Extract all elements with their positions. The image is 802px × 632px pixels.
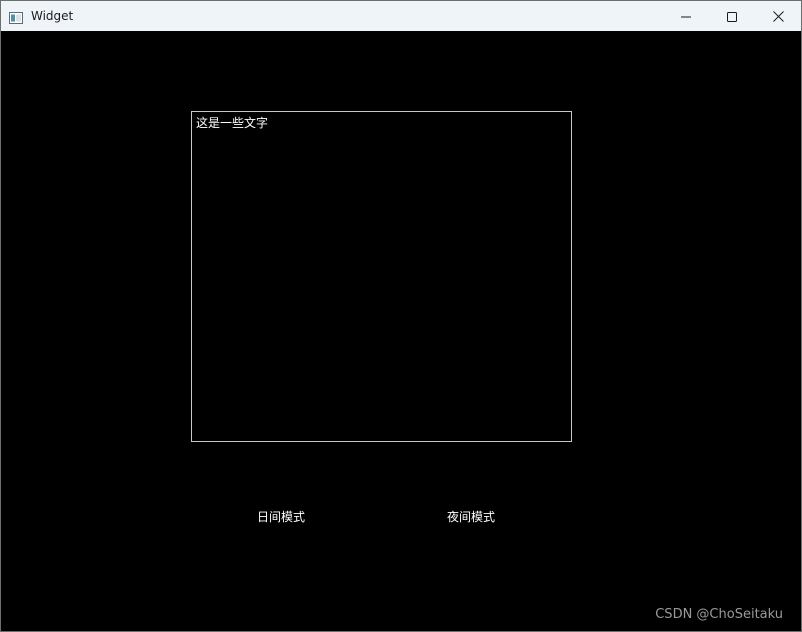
maximize-button[interactable]: [709, 1, 755, 31]
app-window-icon: [9, 9, 23, 24]
close-button[interactable]: [755, 1, 801, 31]
day-mode-button[interactable]: 日间模式: [221, 504, 341, 530]
night-mode-button[interactable]: 夜间模式: [411, 504, 531, 530]
minimize-icon: [681, 7, 691, 26]
app-window: Widget 这是一些文字 日间模式 夜间模式 CSDN @ChoSeitaku: [0, 0, 802, 632]
minimize-button[interactable]: [663, 1, 709, 31]
client-area: 这是一些文字 日间模式 夜间模式 CSDN @ChoSeitaku: [1, 31, 801, 631]
title-bar[interactable]: Widget: [1, 1, 801, 31]
maximize-icon: [727, 7, 737, 26]
close-icon: [772, 7, 784, 26]
window-title: Widget: [31, 9, 74, 23]
watermark-text: CSDN @ChoSeitaku: [655, 607, 783, 622]
text-edit[interactable]: 这是一些文字: [191, 111, 572, 442]
